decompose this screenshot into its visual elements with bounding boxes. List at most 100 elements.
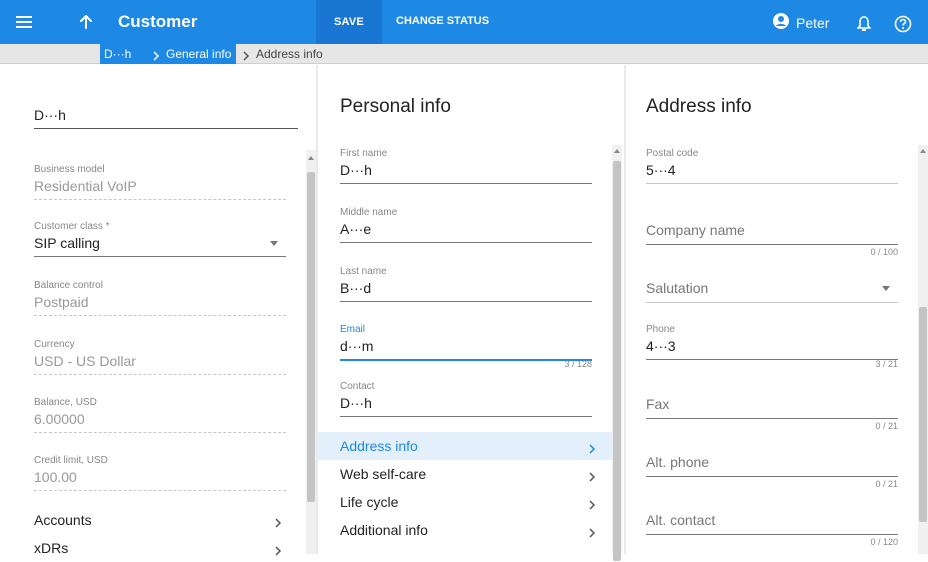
bell-icon[interactable] [850, 10, 878, 38]
customer-summary-panel: D···h Business model Residential VoIP Cu… [0, 65, 316, 556]
middle-name-field[interactable]: Middle name A···e [340, 207, 592, 243]
address-info-title: Address info [646, 96, 752, 117]
personal-info-panel: Personal info First name D···h Middle na… [318, 65, 624, 561]
currency-field: Currency USD - US Dollar [34, 339, 286, 375]
field-value: 4···3 [646, 338, 898, 360]
breadcrumb-item-general-info[interactable]: General info [166, 47, 231, 61]
nav-item-label: Accounts [34, 512, 92, 528]
chevron-right-icon [152, 48, 160, 66]
chevron-right-icon [274, 543, 282, 559]
nav-item-label: Address info [340, 438, 418, 454]
page-title: Customer [118, 12, 198, 31]
field-label: Last name [340, 266, 387, 277]
breadcrumb-item-customer[interactable]: D···h [104, 47, 131, 61]
field-placeholder: Company name [646, 222, 898, 245]
field-label: Email [340, 324, 366, 335]
character-counter: 0 / 120 [870, 537, 898, 547]
field-label: Phone [646, 324, 675, 335]
nav-item-additional-info[interactable]: Additional info [318, 516, 612, 544]
first-name-field[interactable]: First name D···h [340, 148, 592, 184]
account-circle-icon [772, 12, 790, 33]
nav-item-web-self-care[interactable]: Web self-care [318, 460, 612, 488]
address-info-panel: Address info Postal code 5···4 Company n… [626, 65, 928, 554]
dropdown-arrow-icon [882, 286, 890, 291]
balance-control-field: Balance control Postpaid [34, 280, 286, 316]
field-value: Postpaid [34, 294, 286, 316]
credit-limit-field: Credit limit, USD 100.00 [34, 455, 286, 491]
nav-item-life-cycle[interactable]: Life cycle [318, 488, 612, 516]
field-placeholder: Alt. phone [646, 454, 898, 477]
character-counter: 0 / 100 [870, 247, 898, 257]
field-label: Credit limit, USD [34, 455, 108, 466]
field-value: D···h [340, 162, 592, 184]
business-model-field: Business model Residential VoIP [34, 164, 286, 200]
nav-item-label: Additional info [340, 522, 428, 538]
balance-field: Balance, USD 6.00000 [34, 397, 286, 433]
scroll-up-arrow-icon [308, 156, 314, 160]
user-menu[interactable]: Peter [772, 12, 829, 33]
field-value: A···e [340, 221, 592, 243]
field-label: Currency [34, 339, 75, 350]
left-scrollbar[interactable] [306, 150, 316, 554]
field-value: 6.00000 [34, 411, 286, 433]
salutation-select[interactable]: Salutation [646, 280, 898, 303]
scroll-thumb[interactable] [919, 307, 927, 522]
field-label: First name [340, 148, 388, 159]
help-circle-icon[interactable] [889, 10, 917, 38]
character-counter: 3 / 21 [875, 359, 898, 369]
scroll-thumb[interactable] [307, 172, 315, 502]
breadcrumb-item-address-info: Address info [256, 47, 323, 61]
scroll-up-arrow-icon [614, 149, 620, 153]
character-counter: 0 / 21 [875, 479, 898, 489]
user-name: Peter [796, 14, 830, 31]
field-value: 100.00 [34, 469, 286, 491]
alt-phone-field[interactable]: Alt. phone 0 / 21 [646, 454, 898, 490]
company-name-field[interactable]: Company name 0 / 100 [646, 222, 898, 258]
arrow-up-icon[interactable] [72, 8, 100, 36]
field-value: 5···4 [646, 162, 898, 184]
hamburger-menu-icon[interactable] [10, 8, 38, 36]
character-counter: 0 / 21 [875, 421, 898, 431]
email-field[interactable]: Email d···m 3 / 128 [340, 324, 592, 369]
personal-info-title: Personal info [340, 96, 451, 117]
field-value: Residential VoIP [34, 178, 286, 200]
chevron-right-icon [588, 469, 596, 485]
nav-item-address-info[interactable]: Address info [318, 432, 612, 460]
customer-name-field[interactable]: D···h [34, 107, 298, 129]
last-name-field[interactable]: Last name B···d [340, 266, 592, 302]
chevron-right-icon [242, 48, 250, 66]
alt-contact-field[interactable]: Alt. contact 0 / 120 [646, 512, 898, 548]
chevron-right-icon [274, 515, 282, 531]
scroll-thumb[interactable] [613, 161, 621, 561]
nav-item-xdrs[interactable]: xDRs [0, 534, 298, 562]
middle-scrollbar[interactable] [612, 145, 622, 561]
customer-class-select[interactable]: Customer class * SIP calling [34, 221, 286, 257]
save-button[interactable]: SAVE [316, 0, 382, 44]
contact-field[interactable]: Contact D···h [340, 381, 592, 417]
field-label: Business model [34, 164, 105, 175]
field-label: Customer class * [34, 221, 110, 232]
change-status-button[interactable]: CHANGE STATUS [396, 15, 489, 27]
nav-item-label: Web self-care [340, 466, 427, 482]
chevron-right-icon [588, 497, 596, 513]
postal-code-field[interactable]: Postal code 5···4 [646, 148, 898, 184]
field-placeholder: Salutation [646, 280, 898, 303]
character-counter: 3 / 128 [564, 359, 592, 369]
field-value: D···h [340, 395, 592, 417]
field-label: Contact [340, 381, 375, 392]
field-value: SIP calling [34, 235, 286, 257]
field-value: d···m [340, 338, 592, 361]
chevron-right-icon [588, 525, 596, 541]
nav-item-accounts[interactable]: Accounts [0, 506, 298, 534]
chevron-right-icon [588, 441, 596, 457]
field-label: Balance, USD [34, 397, 97, 408]
field-placeholder: Alt. contact [646, 512, 898, 535]
dropdown-arrow-icon [270, 241, 278, 246]
scroll-up-arrow-icon [920, 149, 926, 153]
breadcrumb: D···h General info Address info [0, 44, 928, 64]
fax-field[interactable]: Fax 0 / 21 [646, 396, 898, 432]
right-scrollbar[interactable] [918, 145, 928, 554]
phone-field[interactable]: Phone 4···3 3 / 21 [646, 324, 898, 370]
field-label: Middle name [340, 207, 398, 218]
field-value: USD - US Dollar [34, 353, 286, 375]
